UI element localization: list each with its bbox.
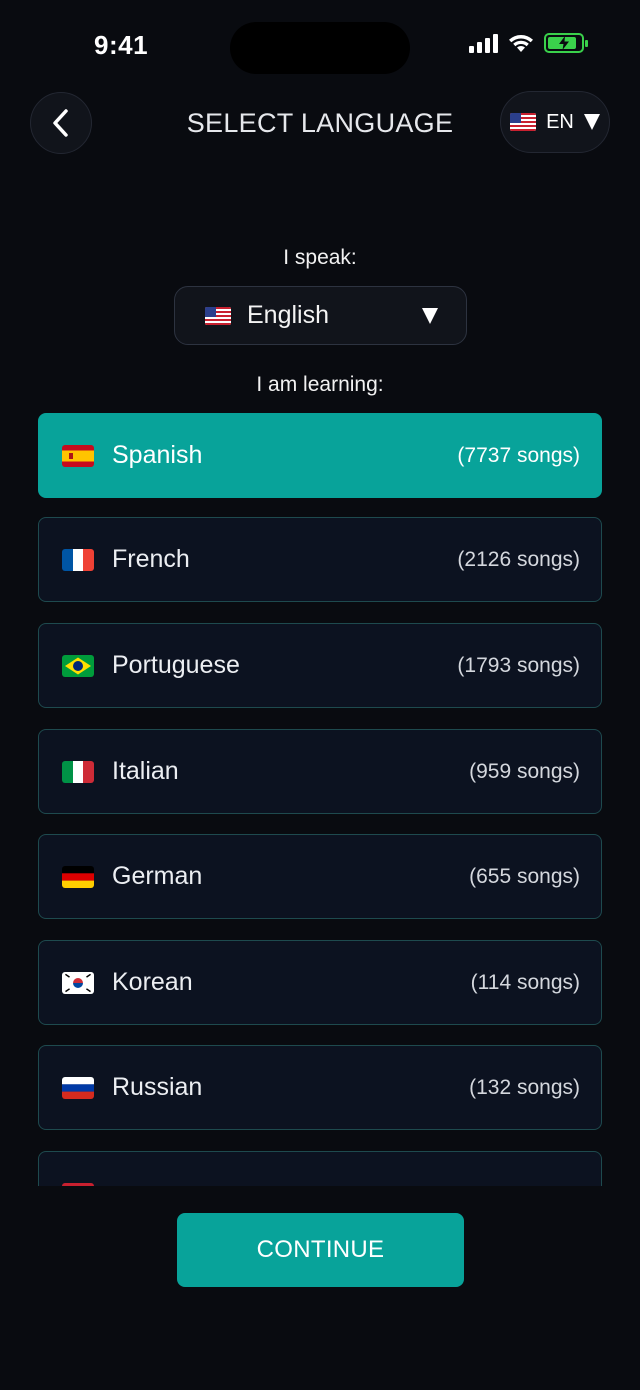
language-item-italian[interactable]: Italian (959 songs) [38, 729, 602, 814]
dynamic-island [230, 22, 410, 74]
it-flag-icon [62, 760, 94, 783]
fr-flag-icon [62, 548, 94, 571]
status-time: 9:41 [94, 30, 149, 60]
song-count: (1793 songs) [457, 653, 580, 677]
song-count: (7737 songs) [457, 443, 580, 467]
language-item-german[interactable]: German (655 songs) [38, 834, 602, 919]
flag-icon [62, 1182, 94, 1186]
dropdown-arrow-icon [422, 308, 438, 324]
native-language-name: English [247, 301, 329, 329]
language-name: Russian [112, 1073, 203, 1101]
language-item-spanish[interactable]: Spanish (7737 songs) [38, 413, 602, 498]
de-flag-icon [62, 865, 94, 888]
language-item-portuguese[interactable]: Portuguese (1793 songs) [38, 623, 602, 708]
language-item-partial[interactable] [38, 1151, 602, 1186]
language-item-russian[interactable]: Russian (132 songs) [38, 1045, 602, 1130]
us-flag-icon [510, 113, 537, 131]
wifi-icon [509, 35, 533, 52]
speak-label: I speak: [283, 246, 357, 269]
song-count: (959 songs) [469, 759, 580, 783]
cellular-signal-icon [469, 33, 498, 53]
continue-button[interactable]: CONTINUE [177, 1213, 464, 1287]
language-item-french[interactable]: French (2126 songs) [38, 517, 602, 602]
header: SELECT LANGUAGE EN [0, 90, 640, 156]
language-item-korean[interactable]: Korean (114 songs) [38, 940, 602, 1025]
kr-flag-icon [62, 971, 94, 994]
language-name: Spanish [112, 441, 203, 469]
us-flag-icon [205, 306, 231, 325]
es-flag-icon [62, 444, 94, 467]
br-flag-icon [62, 654, 94, 677]
status-icons [469, 33, 588, 53]
song-count: (2126 songs) [457, 547, 580, 571]
language-name: German [112, 862, 203, 890]
song-count: (655 songs) [469, 864, 580, 888]
battery-charging-icon [544, 33, 588, 53]
learn-label: I am learning: [256, 373, 384, 396]
ui-language-selector[interactable]: EN [500, 91, 610, 153]
language-name: French [112, 545, 190, 573]
ui-language-code: EN [546, 110, 574, 133]
language-list[interactable]: Spanish (7737 songs) French (2126 songs)… [38, 413, 602, 1186]
song-count: (114 songs) [470, 970, 580, 994]
song-count: (132 songs) [469, 1075, 580, 1099]
status-bar: 9:41 [0, 0, 640, 90]
dropdown-arrow-icon [583, 114, 600, 130]
language-name: Korean [112, 968, 193, 996]
language-name: Portuguese [112, 651, 240, 679]
language-name: Italian [112, 757, 179, 785]
ru-flag-icon [62, 1076, 94, 1099]
native-language-select[interactable]: English [174, 286, 467, 345]
